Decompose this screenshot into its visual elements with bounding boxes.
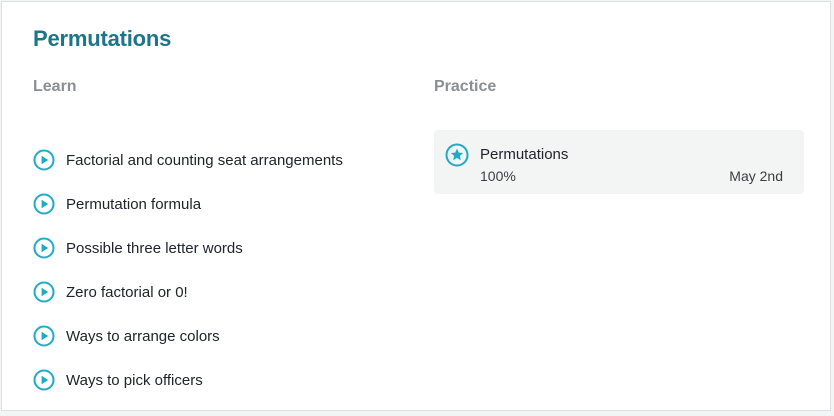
lesson-item[interactable]: Ways to pick officers [33, 358, 343, 402]
practice-heading: Practice [434, 78, 497, 95]
lesson-label: Ways to pick officers [66, 371, 203, 389]
practice-date: May 2nd [729, 168, 783, 184]
lesson-item[interactable]: Ways to arrange colors [33, 314, 343, 358]
lesson-label: Ways to arrange colors [66, 327, 220, 345]
play-icon [33, 193, 55, 215]
lesson-item[interactable]: Zero factorial or 0! [33, 270, 343, 314]
play-icon [33, 149, 55, 171]
play-icon [33, 281, 55, 303]
lesson-list: Factorial and counting seat arrangements… [33, 138, 343, 402]
lesson-label: Zero factorial or 0! [66, 283, 188, 301]
play-icon [33, 237, 55, 259]
learn-heading: Learn [33, 78, 77, 95]
star-icon [445, 143, 469, 167]
lesson-label: Possible three letter words [66, 239, 243, 257]
practice-item[interactable]: Permutations 100% May 2nd [434, 130, 804, 194]
practice-progress: 100% [480, 168, 516, 184]
unit-card: Permutations Learn Practice Factorial an… [1, 1, 831, 411]
lesson-label: Permutation formula [66, 195, 202, 213]
lesson-item[interactable]: Possible three letter words [33, 226, 343, 270]
unit-title: Permutations [33, 26, 172, 51]
lesson-item[interactable]: Factorial and counting seat arrangements [33, 138, 343, 182]
play-icon [33, 369, 55, 391]
lesson-item[interactable]: Permutation formula [33, 182, 343, 226]
play-icon [33, 325, 55, 347]
lesson-label: Factorial and counting seat arrangements [66, 151, 343, 169]
practice-name: Permutations [480, 146, 569, 163]
